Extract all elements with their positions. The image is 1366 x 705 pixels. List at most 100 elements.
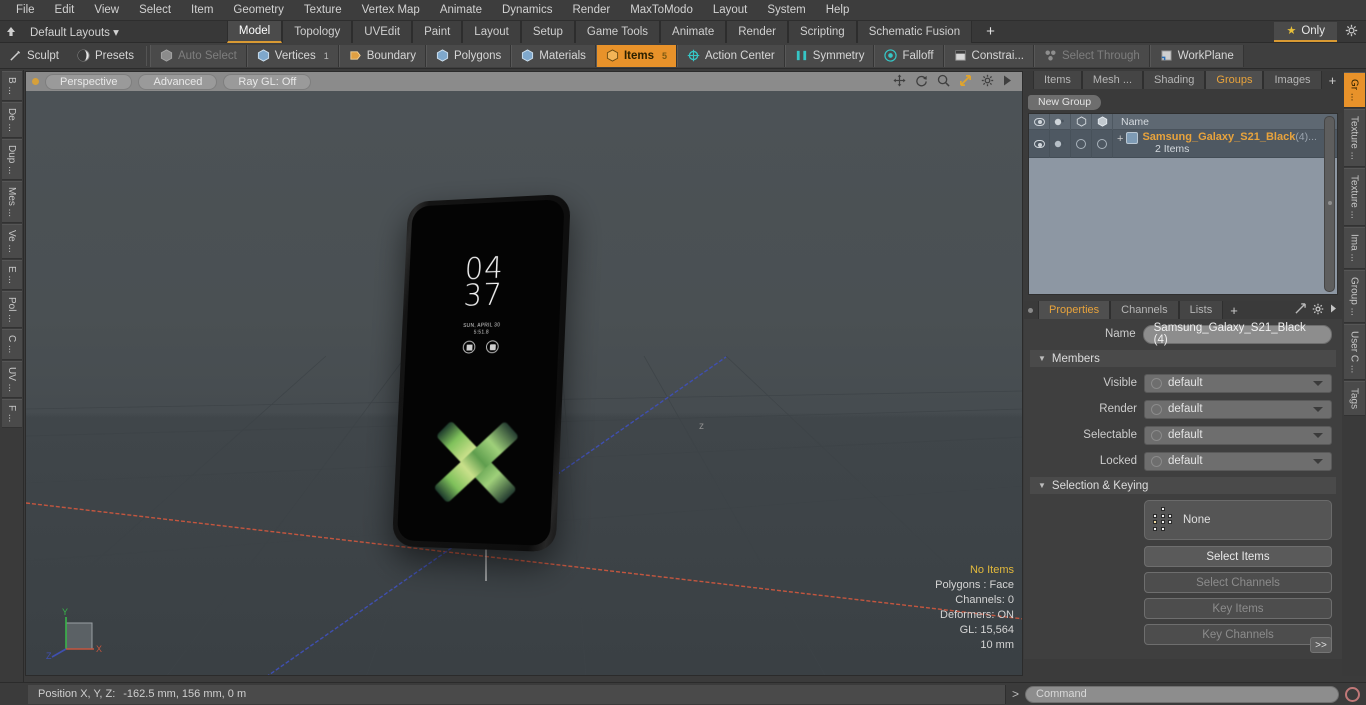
name-input[interactable]: Samsung_Galaxy_S21_Black (4) <box>1142 322 1332 346</box>
viewport-raygl-selector[interactable]: Ray GL: Off <box>223 73 312 90</box>
layout-tab-animate[interactable]: Animate <box>660 20 727 43</box>
layout-tab-layout[interactable]: Layout <box>462 20 521 43</box>
menu-item-layout[interactable]: Layout <box>703 2 758 18</box>
menu-item-view[interactable]: View <box>84 2 129 18</box>
action-center-button[interactable]: Action Center <box>677 44 785 67</box>
layout-tab-render[interactable]: Render <box>726 20 788 43</box>
menu-item-system[interactable]: System <box>757 2 815 18</box>
layout-tab-topology[interactable]: Topology <box>282 20 353 43</box>
group-list-scrollbar[interactable] <box>1324 116 1335 292</box>
selection-keying-section-header[interactable]: ▼ Selection & Keying <box>1030 477 1336 494</box>
add-properties-tab-button[interactable]: + <box>1223 301 1245 319</box>
gear-icon[interactable] <box>1337 24 1366 40</box>
command-input[interactable]: Command <box>1025 685 1339 703</box>
record-icon[interactable] <box>1345 686 1360 702</box>
layout-tab-setup[interactable]: Setup <box>520 20 575 43</box>
right-tab-groups[interactable]: Gr ... <box>1343 72 1365 109</box>
chevron-right-icon[interactable] <box>1330 304 1337 316</box>
left-tab-curve[interactable]: C ... <box>1 329 22 360</box>
left-tab-duplicate[interactable]: Dup ... <box>1 138 22 181</box>
menu-item-edit[interactable]: Edit <box>45 2 85 18</box>
menu-item-maxtomodo[interactable]: MaxToModo <box>620 2 703 18</box>
panel-tab-channels[interactable]: Channels <box>1110 301 1179 319</box>
viewport-projection-selector[interactable]: Perspective <box>45 73 133 90</box>
right-tab-texture-1[interactable]: Texture ... <box>1343 109 1365 168</box>
select-channels-button[interactable]: Select Channels <box>1144 572 1332 593</box>
boundary-button[interactable]: Boundary <box>338 44 426 67</box>
right-tab-images[interactable]: Ima ... <box>1343 227 1365 269</box>
layout-tab-paint[interactable]: Paint <box>412 20 463 43</box>
expand-icon[interactable] <box>1295 303 1306 317</box>
locked-dropdown[interactable]: default <box>1144 451 1332 471</box>
row-name-cell[interactable]: + Samsung_Galaxy_S21_Black (4)... 2 Item… <box>1113 130 1337 157</box>
right-tab-texture-2[interactable]: Texture ... <box>1343 168 1365 227</box>
left-tab-fusion[interactable]: F ... <box>1 398 22 428</box>
workplane-button[interactable]: WorkPlane <box>1149 44 1244 67</box>
panel-tab-shading[interactable]: Shading <box>1143 71 1206 89</box>
phone-3d-model[interactable]: 04 37 SUN, APRIL 30 5:51.8 <box>391 193 571 553</box>
gear-icon[interactable] <box>1312 303 1324 318</box>
row-shaded-toggle[interactable] <box>1092 130 1113 158</box>
menu-item-file[interactable]: File <box>6 2 45 18</box>
layout-tab-model[interactable]: Model <box>226 20 283 43</box>
menu-item-vertex-map[interactable]: Vertex Map <box>352 2 430 18</box>
auto-select-button[interactable]: Auto Select <box>149 44 247 67</box>
layout-tab-game-tools[interactable]: Game Tools <box>574 20 661 43</box>
viewport-shading-selector[interactable]: Advanced <box>138 73 218 90</box>
only-toggle-button[interactable]: ★ Only <box>1274 21 1337 42</box>
left-tab-mesh-edit[interactable]: Mes ... <box>1 181 22 224</box>
panel-tab-mesh[interactable]: Mesh ... <box>1081 71 1144 89</box>
symmetry-button[interactable]: Symmetry <box>784 44 875 67</box>
falloff-button[interactable]: Falloff <box>874 44 944 67</box>
sculpt-button[interactable]: Sculpt <box>0 45 68 67</box>
left-tab-edge[interactable]: E ... <box>1 259 22 290</box>
table-row[interactable]: + Samsung_Galaxy_S21_Black (4)... 2 Item… <box>1029 130 1337 158</box>
right-tab-group[interactable]: Group ... <box>1343 269 1365 323</box>
constraint-button[interactable]: Constrai... <box>943 44 1034 67</box>
members-section-header[interactable]: ▼ Members <box>1030 350 1336 367</box>
panel-tab-lists[interactable]: Lists <box>1178 301 1224 319</box>
left-tab-deform[interactable]: De ... <box>1 101 22 138</box>
menu-item-animate[interactable]: Animate <box>430 2 492 18</box>
default-layouts-dropdown[interactable]: Default Layouts ▾ <box>22 23 127 41</box>
select-through-button[interactable]: Select Through <box>1033 44 1150 67</box>
menu-item-help[interactable]: Help <box>816 2 860 18</box>
key-items-button[interactable]: Key Items <box>1144 598 1332 619</box>
polygons-button[interactable]: Polygons <box>425 44 512 67</box>
move-icon[interactable] <box>893 74 906 89</box>
panel-tab-properties[interactable]: Properties <box>1038 301 1111 319</box>
row-expand-toggle[interactable]: + <box>1117 133 1123 145</box>
home-arrow-icon[interactable] <box>0 26 22 38</box>
zoom-icon[interactable] <box>937 74 950 89</box>
key-channels-button[interactable]: Key Channels <box>1144 624 1332 645</box>
render-dropdown[interactable]: default <box>1144 399 1332 419</box>
vertices-button[interactable]: Vertices 1 <box>246 44 339 67</box>
layout-tab-scripting[interactable]: Scripting <box>787 20 857 43</box>
menu-item-dynamics[interactable]: Dynamics <box>492 2 562 18</box>
add-panel-tab-button[interactable]: + <box>1322 71 1344 89</box>
play-icon[interactable] <box>1003 75 1012 88</box>
selection-set-field[interactable]: None <box>1144 500 1332 540</box>
add-layout-tab-button[interactable]: + <box>972 21 1009 43</box>
fit-icon[interactable] <box>959 74 972 89</box>
menu-item-item[interactable]: Item <box>181 2 223 18</box>
row-visibility-toggle[interactable] <box>1029 130 1050 158</box>
layout-tab-schematic-fusion[interactable]: Schematic Fusion <box>856 20 973 43</box>
menu-item-texture[interactable]: Texture <box>294 2 352 18</box>
3d-viewport[interactable]: Perspective Advanced Ray GL: Off 04 37 S… <box>25 71 1023 676</box>
items-button[interactable]: Items 5 <box>595 44 677 67</box>
left-tab-basic[interactable]: B ... <box>1 71 22 101</box>
panel-tab-groups[interactable]: Groups <box>1205 71 1264 89</box>
presets-button[interactable]: Presets <box>68 45 143 67</box>
select-items-button[interactable]: Select Items <box>1144 546 1332 567</box>
row-render-toggle[interactable] <box>1050 130 1071 158</box>
rotate-icon[interactable] <box>915 74 928 89</box>
materials-button[interactable]: Materials <box>511 44 596 67</box>
group-list[interactable]: Name + Samsung_Galaxy_S21_Black (4)... 2… <box>1028 113 1338 295</box>
panel-tab-images[interactable]: Images <box>1263 71 1322 89</box>
right-tab-tags[interactable]: Tags <box>1343 380 1365 417</box>
panel-tab-items[interactable]: Items <box>1033 71 1082 89</box>
visible-dropdown[interactable]: default <box>1144 373 1332 393</box>
left-tab-vertex[interactable]: Ve ... <box>1 224 22 259</box>
properties-more-button[interactable]: >> <box>1310 637 1332 653</box>
